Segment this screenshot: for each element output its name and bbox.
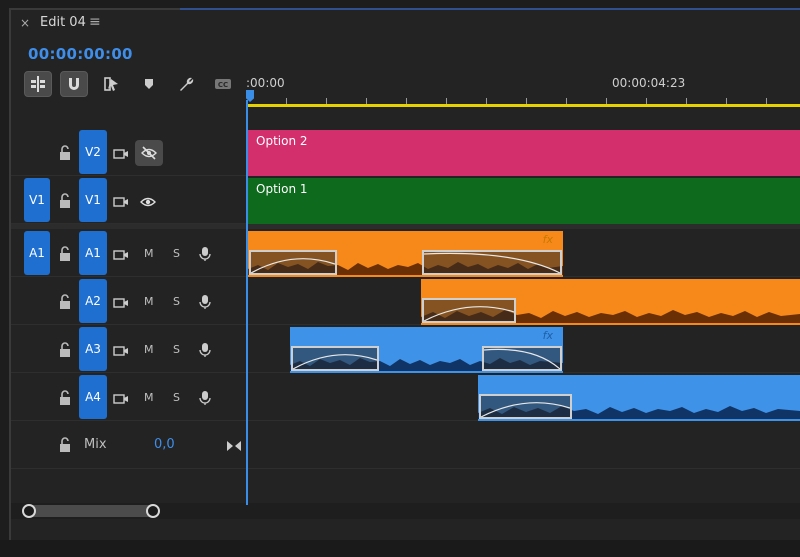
lock-icon[interactable] (58, 390, 72, 406)
ruler-mid-label: 00:00:04:23 (612, 76, 686, 90)
lock-icon[interactable] (58, 342, 72, 358)
mix-go-to-edit-icon[interactable] (226, 438, 242, 457)
camera-sync-icon[interactable] (113, 247, 129, 266)
audio-transition[interactable] (479, 394, 572, 419)
toggle-track-output-off-icon[interactable] (135, 140, 163, 166)
solo-track-button[interactable]: S (173, 391, 180, 404)
toggle-track-output-icon[interactable] (140, 194, 156, 213)
playhead-line[interactable] (246, 100, 248, 505)
svg-text:CC: CC (218, 81, 228, 89)
close-tab-icon[interactable]: × (20, 16, 30, 30)
mute-track-button[interactable]: M (144, 295, 154, 308)
time-ruler[interactable]: :00:00 00:00:04:23 (246, 72, 800, 108)
mute-track-button[interactable]: M (144, 343, 154, 356)
lock-icon[interactable] (58, 294, 72, 310)
voice-over-record-icon[interactable] (197, 390, 213, 409)
scrollbar-right-handle[interactable] (146, 504, 160, 518)
solo-track-button[interactable]: S (173, 247, 180, 260)
wrench-settings-icon[interactable] (172, 71, 200, 97)
mix-track-label: Mix (84, 437, 107, 452)
clip-name: Option 1 (256, 182, 308, 196)
solo-track-button[interactable]: S (173, 295, 180, 308)
solo-track-button[interactable]: S (173, 343, 180, 356)
panel-bottom-gutter (0, 540, 800, 557)
sequence-tab-title[interactable]: Edit 04 (40, 15, 86, 30)
source-patch-v1[interactable]: V1 (24, 178, 50, 222)
voice-over-record-icon[interactable] (197, 246, 213, 265)
camera-sync-icon[interactable] (113, 146, 129, 165)
audio-transition[interactable] (249, 250, 337, 275)
work-area-bar[interactable] (246, 104, 800, 107)
scrollbar-thumb[interactable] (26, 505, 156, 517)
camera-sync-icon[interactable] (113, 391, 129, 410)
target-track-v2[interactable]: V2 (79, 130, 107, 174)
target-track-v1[interactable]: V1 (79, 178, 107, 222)
insert-sequence-as-nest-icon[interactable] (24, 71, 52, 97)
panel-focus-highlight (180, 8, 800, 10)
fx-badge: fx (542, 233, 553, 246)
audio-clip-a1[interactable]: fx (248, 231, 563, 277)
target-track-a4[interactable]: A4 (79, 375, 107, 419)
lock-icon[interactable] (58, 246, 72, 262)
ruler-start-label: :00:00 (246, 76, 285, 90)
voice-over-record-icon[interactable] (197, 294, 213, 313)
scrollbar-left-handle[interactable] (22, 504, 36, 518)
audio-clip-a4[interactable] (478, 375, 800, 421)
lock-icon[interactable] (58, 437, 72, 453)
clip-option-1[interactable]: Option 1 (248, 178, 800, 224)
clip-option-2[interactable]: Option 2 (248, 130, 800, 176)
source-patch-a1[interactable]: A1 (24, 231, 50, 275)
lock-icon[interactable] (58, 145, 72, 161)
playhead-timecode[interactable]: 00:00:00:00 (28, 45, 133, 63)
panel-menu-icon[interactable]: ≡ (89, 14, 101, 30)
lock-icon[interactable] (58, 193, 72, 209)
target-track-a1[interactable]: A1 (79, 231, 107, 275)
target-track-a3[interactable]: A3 (79, 327, 107, 371)
snap-magnet-icon[interactable] (60, 71, 88, 97)
fx-badge: fx (542, 329, 553, 342)
mute-track-button[interactable]: M (144, 391, 154, 404)
audio-transition[interactable] (482, 346, 562, 371)
camera-sync-icon[interactable] (113, 343, 129, 362)
captions-icon[interactable]: CC (209, 71, 237, 97)
mute-track-button[interactable]: M (144, 247, 154, 260)
audio-transition[interactable] (422, 250, 562, 275)
voice-over-record-icon[interactable] (197, 342, 213, 361)
audio-transition[interactable] (422, 298, 516, 323)
audio-clip-a2[interactable] (421, 279, 800, 325)
linked-selection-icon[interactable] (97, 71, 125, 97)
track-mix (11, 421, 800, 469)
camera-sync-icon[interactable] (113, 194, 129, 213)
mix-volume-value[interactable]: 0,0 (154, 437, 175, 452)
clip-name: Option 2 (256, 134, 308, 148)
camera-sync-icon[interactable] (113, 295, 129, 314)
target-track-a2[interactable]: A2 (79, 279, 107, 323)
audio-clip-a3[interactable]: fx (290, 327, 563, 373)
add-marker-icon[interactable] (135, 71, 163, 97)
audio-transition[interactable] (291, 346, 379, 371)
